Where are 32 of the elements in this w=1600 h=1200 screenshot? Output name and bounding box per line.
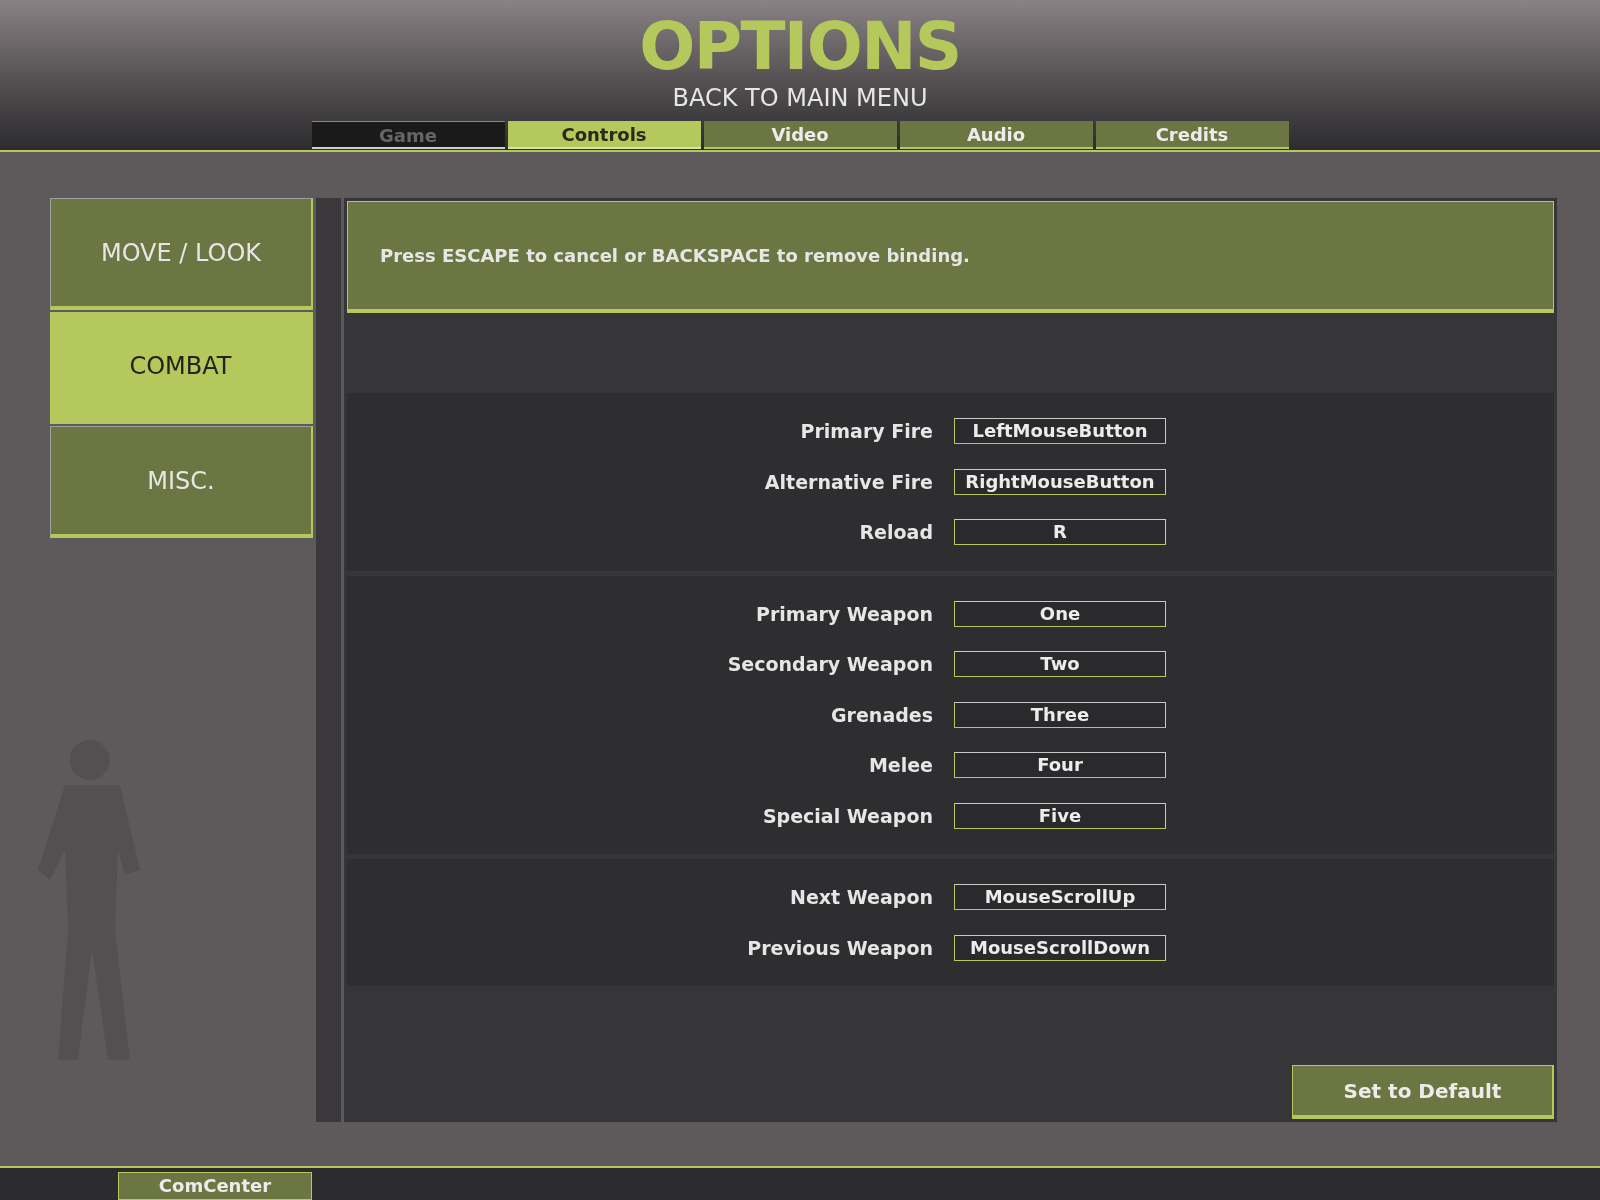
back-to-main-menu-link[interactable]: BACK TO MAIN MENU	[672, 84, 928, 112]
info-text: Press ESCAPE to cancel or BACKSPACE to remove binding.	[380, 244, 970, 268]
category-button[interactable]: COMBAT	[50, 312, 313, 424]
tab[interactable]: Audio	[899, 121, 1093, 149]
action-label: Reload	[858, 520, 933, 545]
action-label: Primary Fire	[799, 419, 933, 444]
page-title: OPTIONS	[639, 14, 961, 80]
action-label: Secondary Weapon	[726, 652, 933, 677]
action-label: Next Weapon	[789, 885, 933, 910]
key-binding-field[interactable]: MouseScrollDown	[954, 934, 1166, 961]
action-label: Special Weapon	[761, 803, 933, 829]
key-binding-field[interactable]: LeftMouseButton	[954, 418, 1166, 445]
action-label: Grenades	[830, 702, 933, 728]
key-binding-field[interactable]: RightMouseButton	[954, 468, 1166, 495]
key-binding-field[interactable]: Two	[954, 651, 1166, 678]
key-binding-field[interactable]: MouseScrollUp	[954, 884, 1166, 911]
action-label: Alternative Fire	[763, 469, 933, 495]
comcenter-button[interactable]: ComCenter	[118, 1172, 312, 1200]
category-button[interactable]: MISC.	[50, 426, 313, 538]
tab[interactable]: Video	[703, 121, 897, 149]
action-label: Melee	[867, 753, 933, 778]
set-to-default-button[interactable]: Set to Default	[1292, 1065, 1554, 1119]
key-binding-field[interactable]: Four	[954, 752, 1166, 779]
tab[interactable]: Controls	[507, 121, 701, 149]
key-binding-field[interactable]: Five	[954, 802, 1166, 829]
action-label: Previous Weapon	[746, 935, 933, 961]
action-label: Primary Weapon	[755, 601, 933, 627]
key-binding-field[interactable]: R	[954, 519, 1166, 546]
key-binding-field[interactable]: Three	[954, 701, 1166, 728]
category-button[interactable]: MOVE / LOOK	[50, 198, 313, 310]
tab[interactable]: Credits	[1095, 121, 1289, 149]
key-binding-field[interactable]: One	[954, 600, 1166, 627]
